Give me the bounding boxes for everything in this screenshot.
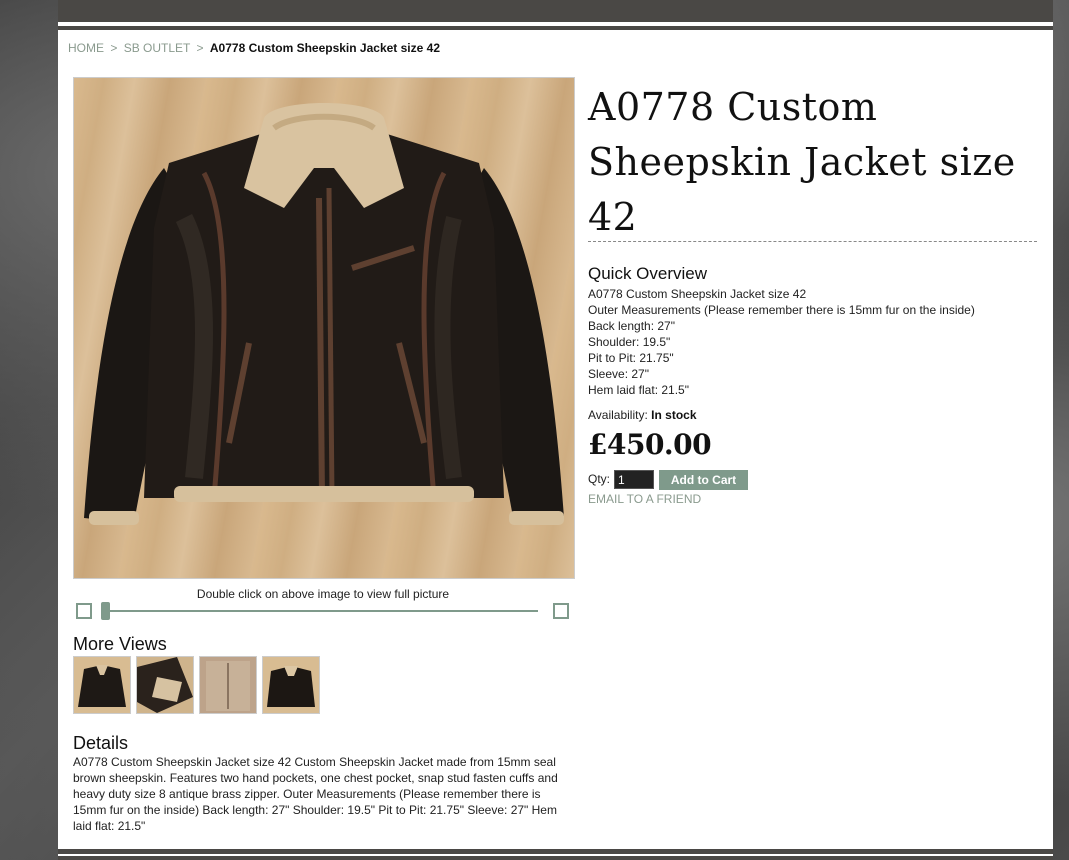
more-views-title: More Views	[73, 634, 167, 654]
availability-label: Availability:	[588, 408, 648, 422]
overview-line: Outer Measurements (Please remember ther…	[588, 303, 975, 317]
add-to-cart-button[interactable]: Add to Cart	[659, 470, 748, 490]
header-divider	[58, 26, 1053, 30]
thumbnail-jacket-front[interactable]	[73, 656, 131, 714]
breadcrumb-category[interactable]: SB OUTLET	[124, 41, 190, 55]
thumbnail-jacket-front-2[interactable]	[262, 656, 320, 714]
availability-status: In stock	[651, 408, 697, 422]
overview-line: Pit to Pit: 21.75"	[588, 351, 674, 365]
availability: Availability: In stock	[588, 408, 697, 422]
details-title: Details	[73, 733, 129, 753]
details-text: A0778 Custom Sheepskin Jacket size 42 Cu…	[73, 755, 558, 833]
breadcrumb-separator: >	[196, 41, 204, 55]
title-divider	[588, 241, 1037, 242]
quick-overview-title: Quick Overview	[588, 264, 708, 283]
product-price: £450.00	[588, 428, 712, 461]
jacket-thumbnail-image	[200, 657, 256, 713]
header-bar	[58, 0, 1053, 22]
jacket-thumbnail-image	[137, 657, 193, 713]
thumbnail-jacket-lining[interactable]	[136, 656, 194, 714]
overview-line: Hem laid flat: 21.5"	[588, 383, 689, 397]
thumbnail-jacket-inside[interactable]	[199, 656, 257, 714]
qty-input[interactable]	[614, 470, 654, 489]
page-container: HOME > SB OUTLET > A0778 Custom Sheepski…	[58, 0, 1053, 860]
jacket-thumbnail-image	[263, 657, 319, 713]
product-title: A0778 Custom Sheepskin Jacket size 42	[588, 85, 1016, 239]
overview-line: A0778 Custom Sheepskin Jacket size 42	[588, 287, 807, 301]
zoom-slider-handle[interactable]	[101, 602, 110, 620]
overview-line: Shoulder: 19.5"	[588, 335, 671, 349]
qty-label: Qty:	[588, 472, 611, 486]
product-main-image[interactable]	[73, 77, 575, 579]
footer-divider	[58, 856, 1053, 860]
zoom-out-button[interactable]	[76, 603, 92, 619]
image-caption: Double click on above image to view full…	[196, 587, 450, 601]
thumbnail-list	[73, 656, 320, 714]
footer-bar	[58, 849, 1053, 854]
overview-line: Sleeve: 27"	[588, 367, 649, 381]
breadcrumb-current: A0778 Custom Sheepskin Jacket size 42	[209, 41, 440, 55]
quick-overview-text: A0778 Custom Sheepskin Jacket size 42 Ou…	[588, 286, 975, 398]
zoom-in-button[interactable]	[553, 603, 569, 619]
jacket-image	[84, 103, 564, 525]
breadcrumb-home[interactable]: HOME	[68, 41, 104, 55]
overview-line: Back length: 27"	[588, 319, 675, 333]
jacket-thumbnail-image	[74, 657, 130, 713]
breadcrumb: HOME > SB OUTLET > A0778 Custom Sheepski…	[68, 41, 440, 55]
breadcrumb-separator: >	[110, 41, 118, 55]
zoom-slider-track[interactable]	[101, 610, 538, 612]
email-friend-link[interactable]: EMAIL TO A FRIEND	[588, 492, 701, 506]
